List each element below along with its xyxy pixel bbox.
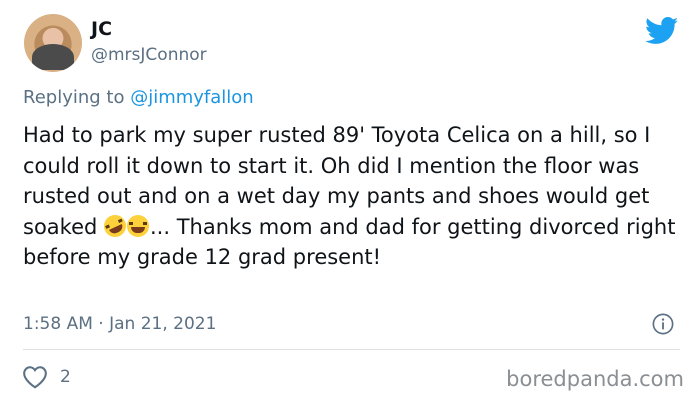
heart-icon[interactable] (22, 365, 48, 389)
reply-context: Replying to @jimmyfallon (23, 87, 254, 109)
reply-prefix: Replying to (23, 87, 131, 108)
divider (23, 349, 680, 350)
user-handle[interactable]: @mrsJConnor (91, 45, 207, 65)
twitter-bird-icon (645, 17, 679, 44)
watermark: boredpanda.com (506, 367, 684, 391)
face-with-tears-of-joy-icon (127, 214, 149, 237)
rolling-on-floor-laughing-icon (100, 210, 130, 241)
info-icon[interactable] (652, 313, 674, 335)
avatar[interactable] (24, 14, 82, 72)
user-name[interactable]: JC (91, 18, 112, 40)
reply-mention-link[interactable]: @jimmyfallon (130, 87, 254, 108)
like-count: 2 (60, 367, 71, 387)
tweet-text: Had to park my super rusted 89' Toyota C… (23, 120, 685, 273)
tweet-timestamp[interactable]: 1:58 AM · Jan 21, 2021 (23, 314, 216, 334)
